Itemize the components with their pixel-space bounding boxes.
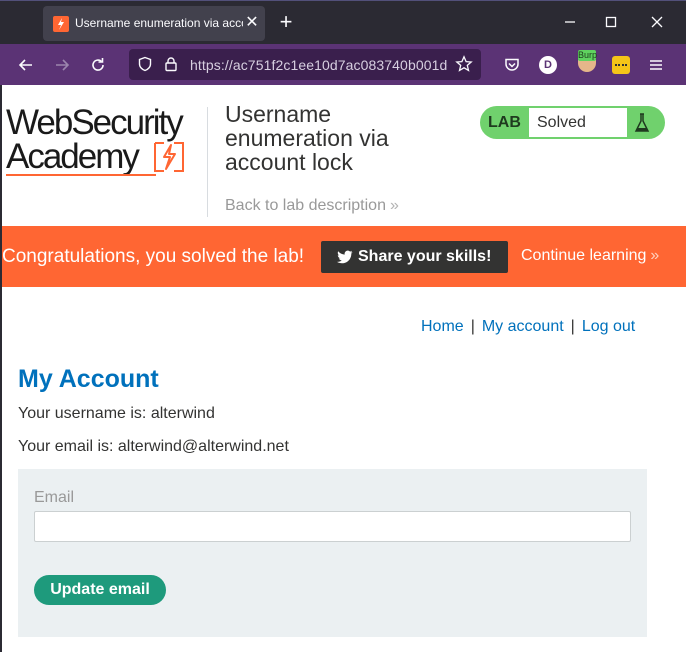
page-content: WebSecurity Academy Username enumeration… xyxy=(0,85,686,652)
reload-icon[interactable] xyxy=(87,54,109,76)
lab-status-text: Solved xyxy=(529,108,627,137)
forward-icon[interactable] xyxy=(51,54,73,76)
lightning-icon xyxy=(151,140,187,174)
lab-title: Username enumeration via account lock xyxy=(225,101,389,175)
email-label: Email xyxy=(34,489,75,506)
flask-icon xyxy=(633,112,651,134)
continue-link-label[interactable]: Continue learning xyxy=(521,247,646,264)
back-to-lab-description-link[interactable]: Back to lab description» xyxy=(225,197,399,215)
username-line: Your username is: alterwind xyxy=(18,405,215,422)
tab-close-icon[interactable]: ✕ xyxy=(244,14,260,32)
chevron-right-icon: » xyxy=(389,197,399,214)
browser-tabbar: Username enumeration via account lock ✕ … xyxy=(0,0,686,44)
page-title: My Account xyxy=(18,365,159,393)
banner-message: Congratulations, you solved the lab! xyxy=(2,246,305,267)
share-button-label[interactable]: Share your skills! xyxy=(358,248,491,266)
tab-title: Username enumeration via account lock xyxy=(75,16,243,30)
chevron-right-icon: » xyxy=(650,247,659,264)
web-security-academy-logo[interactable]: WebSecurity Academy xyxy=(6,104,206,176)
lock-icon[interactable] xyxy=(163,56,179,72)
extension-icon[interactable] xyxy=(612,56,630,74)
logo-line2: Academy xyxy=(6,137,140,176)
minimize-icon[interactable] xyxy=(555,9,585,35)
back-link-label[interactable]: Back to lab description xyxy=(225,197,386,214)
share-skills-button[interactable]: Share your skills! xyxy=(321,241,508,273)
profile-avatar[interactable]: D xyxy=(539,56,557,74)
back-icon[interactable] xyxy=(15,54,37,76)
update-email-button[interactable]: Update email xyxy=(34,575,166,605)
twitter-icon xyxy=(337,250,353,264)
close-window-icon[interactable] xyxy=(642,9,672,35)
star-icon[interactable] xyxy=(455,55,473,73)
url-text[interactable]: https://ac751f2c1ee10d7ac083740b001d00 xyxy=(190,57,448,73)
lab-badge: LAB xyxy=(488,114,521,131)
nav-separator: | xyxy=(570,318,575,335)
maximize-icon[interactable] xyxy=(596,9,626,35)
portswigger-favicon-icon xyxy=(53,16,69,32)
url-bar[interactable]: https://ac751f2c1ee10d7ac083740b001d00 xyxy=(129,49,481,80)
email-field[interactable] xyxy=(34,511,631,542)
nav-separator: | xyxy=(470,318,475,335)
burp-extension-label: Burp xyxy=(578,50,598,61)
home-link[interactable]: Home xyxy=(421,318,464,335)
email-line: Your email is: alterwind@alterwind.net xyxy=(18,438,289,455)
change-email-form: Email Update email xyxy=(18,469,647,637)
browser-tab[interactable]: Username enumeration via account lock ✕ xyxy=(43,6,265,41)
pocket-icon[interactable] xyxy=(501,54,523,76)
my-account-link[interactable]: My account xyxy=(482,318,564,335)
log-out-link[interactable]: Log out xyxy=(582,318,635,335)
continue-learning-link[interactable]: Continue learning» xyxy=(521,247,659,265)
lab-status-widget: LAB Solved xyxy=(480,106,665,139)
header-divider xyxy=(207,107,208,217)
logo-underline xyxy=(6,174,156,176)
congratulations-banner: Congratulations, you solved the lab! Sha… xyxy=(2,226,686,287)
shield-icon[interactable] xyxy=(137,56,153,72)
menu-icon[interactable] xyxy=(647,56,665,74)
new-tab-button[interactable]: + xyxy=(276,11,296,33)
top-navigation: Home | My account | Log out xyxy=(421,318,635,336)
